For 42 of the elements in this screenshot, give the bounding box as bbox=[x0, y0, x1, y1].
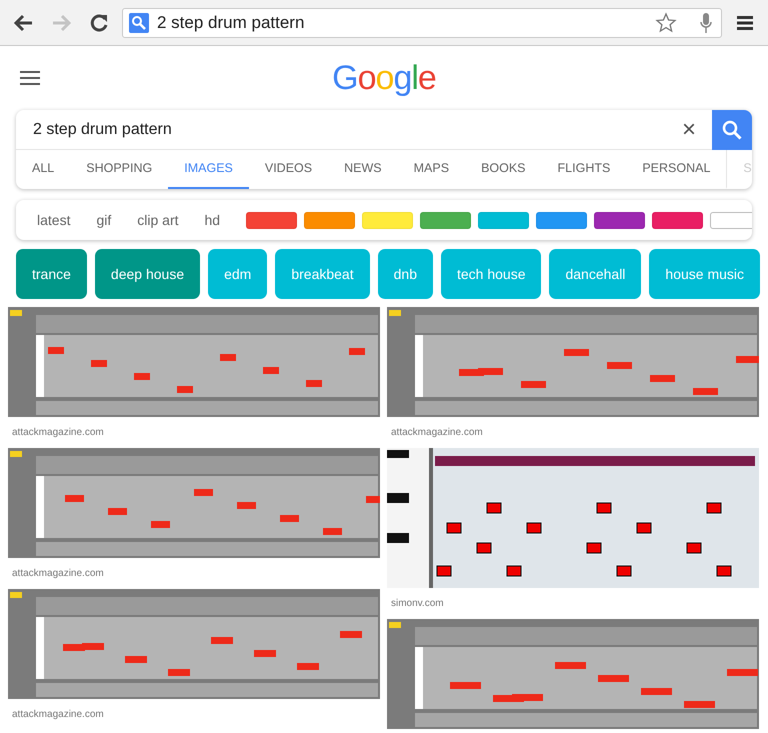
address-text: 2 step drum pattern bbox=[157, 12, 306, 34]
suggestion-chip[interactable]: tech house bbox=[440, 249, 542, 299]
suggestion-chip[interactable]: deep house bbox=[94, 249, 200, 299]
tab[interactable]: PERSONAL bbox=[626, 150, 726, 189]
filter-link[interactable]: gif bbox=[96, 210, 112, 230]
menu-icon bbox=[20, 70, 40, 86]
suggestion-chip[interactable]: trance bbox=[16, 249, 87, 299]
menu-icon bbox=[737, 14, 753, 30]
tab[interactable]: NEWS bbox=[328, 150, 398, 189]
search-icon bbox=[129, 12, 149, 32]
suggestion-chip[interactable]: dancehall bbox=[549, 249, 642, 299]
tab[interactable]: SHOPPING bbox=[70, 150, 168, 189]
logo[interactable]: Google bbox=[332, 52, 436, 104]
search-field[interactable]: 2 step drum pattern bbox=[16, 118, 674, 142]
filter-link[interactable]: clip art bbox=[137, 210, 178, 230]
source-link[interactable]: simonv.com bbox=[387, 588, 759, 619]
search-button[interactable] bbox=[712, 110, 752, 150]
tab[interactable]: IMAGES bbox=[168, 150, 249, 189]
suggestion-chip[interactable]: edm bbox=[208, 249, 268, 299]
suggestion-chip[interactable]: dnb bbox=[378, 249, 433, 299]
microphone-icon[interactable] bbox=[699, 12, 713, 34]
clear-button[interactable]: × bbox=[674, 114, 704, 144]
back-arrow-icon bbox=[12, 12, 34, 32]
address-bar[interactable]: 2 step drum pattern bbox=[122, 8, 722, 38]
tab[interactable]: FLIGHTS bbox=[542, 150, 626, 189]
source-link[interactable]: attackmagazine.com bbox=[8, 417, 380, 448]
forward-arrow-icon bbox=[50, 12, 72, 32]
color-swatch[interactable] bbox=[710, 212, 752, 228]
star-icon[interactable] bbox=[655, 12, 677, 34]
filter-link[interactable]: latest bbox=[37, 210, 70, 230]
tab[interactable]: VIDEOS bbox=[248, 150, 328, 189]
search-icon bbox=[722, 120, 742, 140]
source-link[interactable]: attackmagazine.com bbox=[8, 558, 380, 589]
filter-link[interactable]: hd bbox=[204, 210, 220, 230]
suggestion-chip[interactable]: house music bbox=[649, 249, 760, 299]
source-link[interactable]: attackmagazine.com bbox=[8, 699, 380, 730]
tab[interactable]: ALL bbox=[16, 150, 70, 189]
tab[interactable]: MAPS bbox=[398, 150, 466, 189]
tab[interactable]: BOOKS bbox=[465, 150, 542, 189]
suggestion-chip[interactable]: breakbeat bbox=[275, 249, 370, 299]
reload-icon bbox=[89, 12, 109, 32]
source-link[interactable]: attackmagazine.com bbox=[387, 417, 759, 448]
